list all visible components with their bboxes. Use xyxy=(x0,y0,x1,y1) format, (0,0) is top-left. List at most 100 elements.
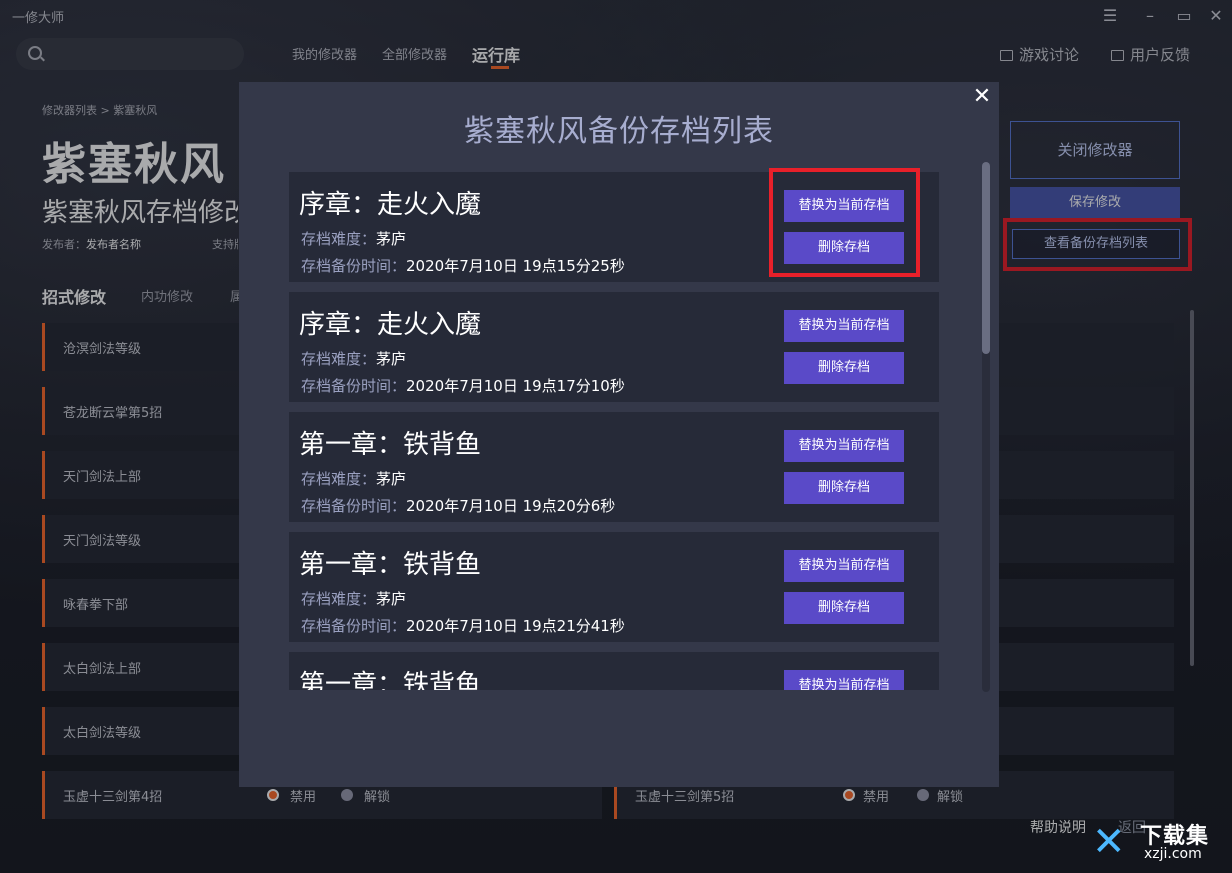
tab-inner-skill[interactable]: 内功修改 xyxy=(141,286,193,305)
publisher-label: 发布者： xyxy=(42,238,86,251)
difficulty-value: 茅庐 xyxy=(376,230,407,248)
watermark-logo-icon: ✕ xyxy=(1092,819,1126,865)
replace-save-button[interactable]: 替换为当前存档 xyxy=(784,670,904,690)
menu-icon[interactable]: ☰ xyxy=(1098,4,1122,28)
difficulty-label: 存档难度： xyxy=(301,590,377,608)
difficulty-value: 茅庐 xyxy=(376,470,407,488)
support-meta: 支持版本 xyxy=(212,238,238,251)
tab-runtime[interactable]: 运行库 xyxy=(472,42,520,66)
list-item-label: 咏春拳下部 xyxy=(63,598,129,613)
time-label: 存档备份时间： xyxy=(301,497,407,515)
difficulty-label: 存档难度： xyxy=(301,350,377,368)
list-item-label: 沧溟剑法等级 xyxy=(63,342,142,357)
list-item-label: 天门剑法上部 xyxy=(63,470,142,485)
time-value: 2020年7月10日 19点15分25秒 xyxy=(406,257,625,275)
search-icon xyxy=(28,46,42,60)
page-subtitle: 紫塞秋风存档修改器 xyxy=(42,198,238,228)
backup-difficulty: 存档难度：茅庐 xyxy=(301,588,406,609)
backup-item: 第一章：铁背鱼 存档难度：茅庐 存档备份时间：2020年7月10日 19点20分6秒… xyxy=(289,412,939,522)
backup-time: 存档备份时间：2020年7月10日 19点15分25秒 xyxy=(301,255,625,276)
active-tab-indicator xyxy=(491,66,509,69)
page-title: 紫塞秋风 xyxy=(42,139,226,190)
user-feedback-label: 用户反馈 xyxy=(1130,46,1191,64)
highlight-box xyxy=(1003,218,1192,271)
delete-save-button[interactable]: 删除存档 xyxy=(784,592,904,624)
mail-icon xyxy=(1111,50,1124,61)
backup-item: 序章：走火入魔 存档难度：茅庐 存档备份时间：2020年7月10日 19点17分10… xyxy=(289,292,939,402)
title-bar: 一修大师 ☰ – ▭ ✕ xyxy=(0,0,1232,32)
disable-radio[interactable] xyxy=(843,789,855,801)
list-item-label: 太白剑法等级 xyxy=(63,726,142,741)
time-label: 存档备份时间： xyxy=(301,377,407,395)
unlock-label: 解锁 xyxy=(364,790,391,805)
backup-chapter: 第一章：铁背鱼 xyxy=(299,430,482,460)
unlock-radio[interactable] xyxy=(341,789,353,801)
backup-list-dialog: ✕ 紫塞秋风备份存档列表 序章：走火入魔 存档难度：茅庐 存档备份时间：2020年7… xyxy=(239,82,999,787)
disable-label: 禁用 xyxy=(863,790,890,805)
difficulty-value: 茅庐 xyxy=(376,590,407,608)
close-icon[interactable]: ✕ xyxy=(971,86,993,108)
list-item-label: 太白剑法上部 xyxy=(63,662,142,677)
backup-time: 存档备份时间：2020年7月10日 19点17分10秒 xyxy=(301,375,625,396)
help-link[interactable]: 帮助说明 xyxy=(1030,817,1086,837)
backup-chapter: 第一章：铁背鱼 xyxy=(299,670,482,690)
search-box[interactable] xyxy=(16,38,244,70)
time-value: 2020年7月10日 19点20分6秒 xyxy=(406,497,616,515)
dialog-title: 紫塞秋风备份存档列表 xyxy=(464,114,774,149)
save-changes-button[interactable]: 保存修改 xyxy=(1010,187,1180,219)
publisher-value: 发布者名称 xyxy=(86,238,141,251)
time-value: 2020年7月10日 19点17分10秒 xyxy=(406,377,625,395)
publisher-meta: 发布者：发布者名称 xyxy=(42,236,141,252)
disable-radio[interactable] xyxy=(267,789,279,801)
scrollbar-thumb[interactable] xyxy=(982,162,990,354)
minimize-icon[interactable]: – xyxy=(1138,4,1162,28)
list-item-label: 玉虚十三剑第5招 xyxy=(635,790,735,805)
unlock-radio[interactable] xyxy=(917,789,929,801)
time-label: 存档备份时间： xyxy=(301,617,407,635)
replace-save-button[interactable]: 替换为当前存档 xyxy=(784,430,904,462)
delete-save-button[interactable]: 删除存档 xyxy=(784,352,904,384)
list-item-label: 天门剑法等级 xyxy=(63,534,142,549)
replace-save-button[interactable]: 替换为当前存档 xyxy=(784,310,904,342)
app-title: 一修大师 xyxy=(12,11,65,26)
time-value: 2020年7月10日 19点21分41秒 xyxy=(406,617,625,635)
tab-moves[interactable]: 招式修改 xyxy=(42,284,106,308)
backup-chapter: 第一章：铁背鱼 xyxy=(299,550,482,580)
close-modifier-button[interactable]: 关闭修改器 xyxy=(1010,121,1180,179)
scrollbar[interactable] xyxy=(1190,310,1194,666)
list-item-label: 玉虚十三剑第4招 xyxy=(63,790,163,805)
delete-save-button[interactable]: 删除存档 xyxy=(784,472,904,504)
highlight-box xyxy=(769,168,920,277)
backup-chapter: 序章：走火入魔 xyxy=(299,190,482,220)
game-discussion-label: 游戏讨论 xyxy=(1019,46,1080,64)
difficulty-label: 存档难度： xyxy=(301,470,377,488)
list-item-label: 苍龙断云掌第5招 xyxy=(63,406,163,421)
backup-item: 第一章：铁背鱼存档难度：茅庐存档备份时间：替换为当前存档删除存档 xyxy=(289,652,939,690)
close-window-icon[interactable]: ✕ xyxy=(1204,4,1228,28)
disable-label: 禁用 xyxy=(290,790,317,805)
time-label: 存档备份时间： xyxy=(301,257,407,275)
backup-difficulty: 存档难度：茅庐 xyxy=(301,228,406,249)
backup-time: 存档备份时间：2020年7月10日 19点20分6秒 xyxy=(301,495,615,516)
tab-my-modifiers[interactable]: 我的修改器 xyxy=(292,44,357,63)
backup-time: 存档备份时间：2020年7月10日 19点21分41秒 xyxy=(301,615,625,636)
backup-difficulty: 存档难度：茅庐 xyxy=(301,468,406,489)
chat-icon xyxy=(1000,50,1013,61)
maximize-icon[interactable]: ▭ xyxy=(1172,4,1196,28)
watermark-url: xzji.com xyxy=(1144,846,1202,862)
dialog-scrollbar[interactable] xyxy=(982,162,990,692)
difficulty-value: 茅庐 xyxy=(376,350,407,368)
tab-all-modifiers[interactable]: 全部修改器 xyxy=(382,44,447,63)
tab-attributes[interactable]: 属性修改 xyxy=(230,286,239,305)
unlock-label: 解锁 xyxy=(937,790,964,805)
backup-item: 第一章：铁背鱼 存档难度：茅庐 存档备份时间：2020年7月10日 19点21分41… xyxy=(289,532,939,642)
search-input[interactable] xyxy=(52,44,232,64)
backup-chapter: 序章：走火入魔 xyxy=(299,310,482,340)
watermark: ✕ 下载集 xzji.com xyxy=(1092,818,1224,868)
user-feedback-link[interactable]: 用户反馈 xyxy=(1111,44,1190,65)
difficulty-label: 存档难度： xyxy=(301,230,377,248)
backup-difficulty: 存档难度：茅庐 xyxy=(301,348,406,369)
game-discussion-link[interactable]: 游戏讨论 xyxy=(1000,44,1079,65)
breadcrumb[interactable]: 修改器列表 > 紫塞秋风 xyxy=(42,102,157,118)
replace-save-button[interactable]: 替换为当前存档 xyxy=(784,550,904,582)
